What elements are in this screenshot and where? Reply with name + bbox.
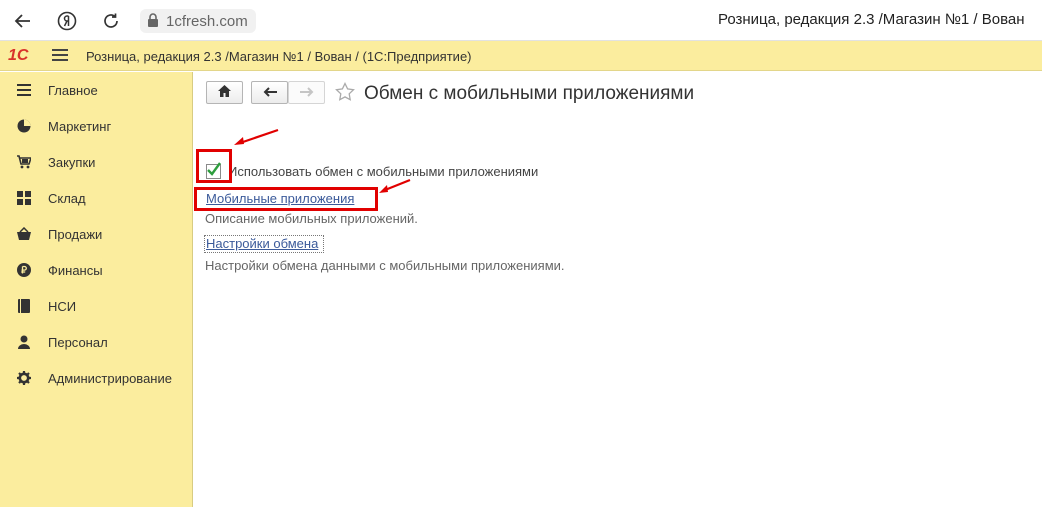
- 1c-logo: 1С: [8, 47, 29, 64]
- browser-toolbar: 1cfresh.com Розница, редакция 2.3 /Магаз…: [0, 0, 1042, 41]
- page-title: Обмен с мобильными приложениями: [364, 83, 695, 104]
- sidebar-item-marketing[interactable]: Маркетинг: [0, 112, 192, 140]
- back-arrow-icon[interactable]: [10, 8, 36, 34]
- sidebar-item-label: Маркетинг: [48, 118, 112, 134]
- app-title: Розница, редакция 2.3 /Магазин №1 / Вова…: [86, 49, 472, 64]
- menu-icon[interactable]: [52, 49, 68, 63]
- sidebar-item-label: НСИ: [48, 298, 77, 314]
- annotation-highlight-link: [194, 187, 378, 211]
- mobile-apps-description: Описание мобильных приложений.: [205, 211, 418, 226]
- sidebar-item-warehouse[interactable]: Склад: [0, 184, 192, 212]
- exchange-settings-link[interactable]: Настройки обмена: [206, 236, 318, 251]
- favorite-star-icon[interactable]: [335, 82, 355, 107]
- sidebar-item-nsi[interactable]: НСИ: [0, 292, 192, 320]
- sidebar-item-administration[interactable]: Администрирование: [0, 364, 192, 392]
- sidebar-item-purchases[interactable]: Закупки: [0, 148, 192, 176]
- sidebar-item-label: Закупки: [48, 154, 96, 170]
- main-content: Обмен с мобильными приложениями Использо…: [194, 72, 1042, 507]
- sidebar-item-label: Администрирование: [48, 370, 172, 386]
- gear-icon: [16, 370, 32, 386]
- app-header: 1С Розница, редакция 2.3 /Магазин №1 / В…: [0, 41, 1042, 71]
- page-tab-title: Розница, редакция 2.3 /Магазин №1 / Вова…: [718, 11, 1025, 28]
- sidebar-item-label: Финансы: [48, 262, 103, 278]
- cart-grid-icon: [16, 154, 32, 170]
- sidebar-item-label: Персонал: [48, 334, 108, 350]
- sidebar-item-label: Склад: [48, 190, 86, 206]
- ruble-icon: [16, 262, 32, 278]
- reload-icon[interactable]: [98, 8, 124, 34]
- sidebar: Главное Маркетинг Закупки Склад Продажи …: [0, 72, 193, 507]
- home-icon: [218, 84, 231, 102]
- sidebar-item-main[interactable]: Главное: [0, 76, 192, 104]
- exchange-settings-description: Настройки обмена данными с мобильными пр…: [205, 258, 565, 273]
- sidebar-item-label: Продажи: [48, 226, 103, 242]
- yandex-logo-icon[interactable]: [54, 8, 80, 34]
- basket-icon: [16, 226, 32, 242]
- pie-chart-icon: [16, 118, 32, 134]
- list-icon: [16, 82, 32, 98]
- arrow-right-icon: [299, 84, 314, 102]
- annotation-highlight-checkbox: [196, 149, 232, 183]
- arrow-left-icon: [263, 84, 277, 102]
- forward-button[interactable]: [288, 81, 325, 104]
- use-exchange-label[interactable]: Использовать обмен с мобильными приложен…: [228, 164, 538, 179]
- back-button[interactable]: [251, 81, 288, 104]
- sidebar-item-finance[interactable]: Финансы: [0, 256, 192, 284]
- person-icon: [16, 334, 32, 350]
- sidebar-item-label: Главное: [48, 82, 98, 98]
- url-text: 1cfresh.com: [166, 12, 248, 30]
- sidebar-item-personnel[interactable]: Персонал: [0, 328, 192, 356]
- home-button[interactable]: [206, 81, 243, 104]
- lock-icon: [147, 13, 159, 32]
- address-bar[interactable]: 1cfresh.com: [140, 9, 256, 33]
- warehouse-grid-icon: [16, 190, 32, 206]
- sidebar-item-sales[interactable]: Продажи: [0, 220, 192, 248]
- book-icon: [16, 298, 32, 314]
